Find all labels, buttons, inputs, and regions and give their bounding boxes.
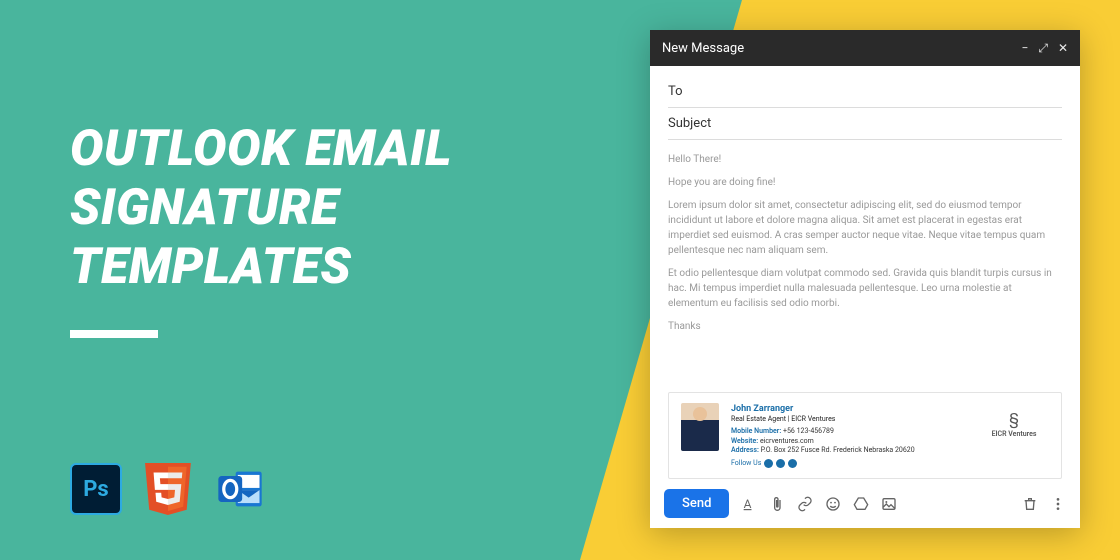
more-icon[interactable]	[1050, 496, 1066, 512]
sig-mobile-v: +56 123-456789	[783, 427, 834, 435]
body-p2: Et odio pellentesque diam volutpat commo…	[668, 266, 1062, 311]
compose-header: New Message − ⤢ ✕	[650, 30, 1080, 66]
sig-mobile-k: Mobile Number:	[731, 427, 781, 435]
sig-addr-v: P.O. Box 252 Fusce Rd. Frederick Nebrask…	[761, 446, 915, 454]
app-icons: Ps	[70, 463, 266, 515]
attach-icon[interactable]	[769, 496, 785, 512]
sig-name: John Zarranger	[731, 403, 967, 415]
logo-name: EICR Ventures	[979, 430, 1049, 438]
headline-line1: OUTLOOK EMAIL	[70, 120, 452, 179]
sig-title: Real Estate Agent | EICR Ventures	[731, 415, 967, 424]
logo-mark-icon: §	[979, 409, 1049, 428]
body-greeting: Hello There!	[668, 152, 1062, 167]
body-closing: Thanks	[668, 319, 1062, 334]
sig-follow-label: Follow Us	[731, 459, 761, 468]
email-signature: John Zarranger Real Estate Agent | EICR …	[668, 392, 1062, 479]
trash-icon[interactable]	[1022, 496, 1038, 512]
page-title: OUTLOOK EMAIL SIGNATURE TEMPLATES	[70, 120, 452, 297]
headline-line2: SIGNATURE	[70, 179, 452, 238]
linkedin-icon[interactable]	[788, 459, 797, 468]
message-body[interactable]: Hello There! Hope you are doing fine! Lo…	[650, 140, 1080, 386]
emoji-icon[interactable]	[825, 496, 841, 512]
subject-field[interactable]: Subject	[668, 108, 1062, 140]
compose-toolbar: Send A	[650, 479, 1080, 528]
send-button[interactable]: Send	[664, 489, 729, 518]
photoshop-icon: Ps	[70, 463, 122, 515]
image-icon[interactable]	[881, 496, 897, 512]
twitter-icon[interactable]	[776, 459, 785, 468]
format-icon[interactable]: A	[741, 496, 757, 512]
drive-icon[interactable]	[853, 496, 869, 512]
to-field[interactable]: To	[668, 76, 1062, 108]
avatar	[681, 403, 719, 451]
svg-text:A: A	[744, 497, 752, 511]
compose-window: New Message − ⤢ ✕ To Subject Hello There…	[650, 30, 1080, 528]
headline-underline	[70, 330, 158, 338]
expand-icon[interactable]: ⤢	[1038, 41, 1048, 56]
sig-site-v: eicrventures.com	[760, 437, 814, 445]
outlook-icon	[214, 463, 266, 515]
body-p1: Lorem ipsum dolor sit amet, consectetur …	[668, 198, 1062, 258]
link-icon[interactable]	[797, 496, 813, 512]
headline-line3: TEMPLATES	[70, 238, 452, 297]
body-line1: Hope you are doing fine!	[668, 175, 1062, 190]
minimize-icon[interactable]: −	[1021, 41, 1028, 55]
html5-icon	[142, 463, 194, 515]
compose-title: New Message	[662, 41, 744, 56]
facebook-icon[interactable]	[764, 459, 773, 468]
company-logo: § EICR Ventures	[979, 403, 1049, 468]
sig-addr-k: Address:	[731, 446, 759, 454]
sig-site-k: Website:	[731, 437, 758, 445]
close-icon[interactable]: ✕	[1058, 41, 1068, 55]
